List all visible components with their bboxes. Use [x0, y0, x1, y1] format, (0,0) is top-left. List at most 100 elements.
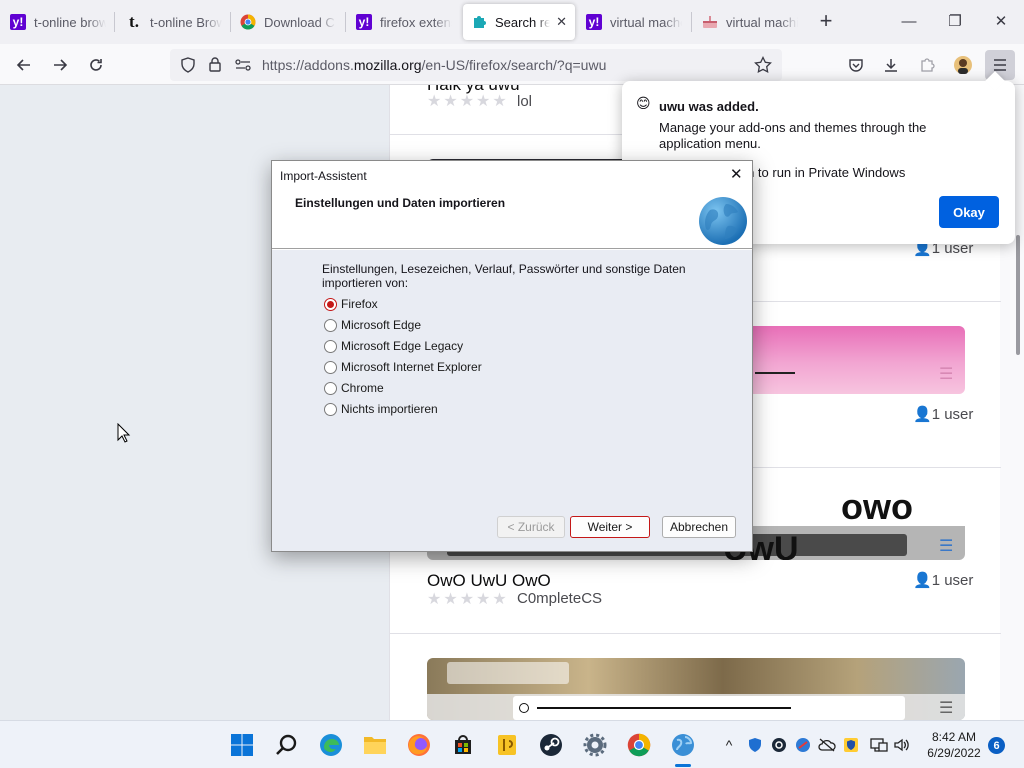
- bookmark-star-icon[interactable]: [754, 55, 772, 79]
- theme-preview-image[interactable]: ☰: [427, 658, 965, 720]
- clock-time: 8:42 AM: [931, 730, 977, 744]
- tab-title: virtual machi: [726, 14, 798, 30]
- windows-taskbar: ^ 8:42 AM 6/29/2022 6: [0, 720, 1024, 768]
- tab-t-online-brow[interactable]: y! t-online brow: [10, 4, 106, 40]
- clock-date: 6/29/2022: [927, 746, 981, 760]
- radio-microsoft-edge-legacy[interactable]: Microsoft Edge Legacy: [324, 337, 463, 355]
- tab-download-chrome[interactable]: Download Ch: [240, 4, 336, 40]
- shield-app-tray-icon[interactable]: [842, 736, 860, 754]
- tab-t-online-browser[interactable]: t. t-online Brow: [126, 4, 222, 40]
- minimize-button[interactable]: —: [886, 8, 932, 36]
- tab-strip: y! t-online brow t. t-online Brow Downlo…: [0, 0, 1024, 44]
- settings-gear-icon[interactable]: [581, 731, 609, 759]
- popup-message: Manage your add-ons and themes through t…: [659, 120, 927, 151]
- globe-icon: [698, 196, 748, 251]
- radio-firefox[interactable]: Firefox: [324, 295, 378, 313]
- new-tab-button[interactable]: +: [812, 8, 840, 36]
- smiling-face-icon: 😊: [636, 95, 651, 111]
- microsoft-store-icon[interactable]: [449, 731, 477, 759]
- cloud-offline-icon[interactable]: [818, 736, 836, 754]
- steam-tray-icon[interactable]: [770, 736, 788, 754]
- result-author[interactable]: C0mpleteCS: [517, 590, 602, 607]
- permissions-icon[interactable]: [234, 57, 252, 78]
- tab-virtual-machine-2[interactable]: virtual machi: [702, 4, 798, 40]
- user-icon: 👤: [913, 406, 932, 423]
- puzzle-favicon: [471, 14, 487, 30]
- cake-favicon: [702, 14, 718, 30]
- close-tab-icon[interactable]: ✕: [556, 14, 567, 30]
- user-count: 👤1 user: [913, 572, 974, 589]
- tab-search-results[interactable]: Search res ✕: [463, 4, 575, 40]
- menu-icon: ☰: [939, 366, 954, 383]
- radio-nothing[interactable]: Nichts importieren: [324, 400, 438, 418]
- dialog-body: Einstellungen, Lesezeichen, Verlauf, Pas…: [272, 250, 752, 551]
- system-clock[interactable]: 8:42 AM 6/29/2022: [924, 729, 984, 761]
- radio-chrome[interactable]: Chrome: [324, 379, 384, 397]
- yahoo-favicon: y!: [586, 14, 602, 30]
- start-button[interactable]: [228, 731, 256, 759]
- back-button[interactable]: [9, 50, 39, 80]
- volume-icon[interactable]: [893, 736, 911, 754]
- firefox-icon[interactable]: [405, 731, 433, 759]
- result-title[interactable]: OwO UwU OwO: [427, 571, 551, 591]
- menu-icon: ☰: [939, 700, 954, 717]
- chrome-favicon: [240, 14, 256, 30]
- rating-stars: ★★★★★: [427, 93, 509, 110]
- close-window-button[interactable]: ✕: [978, 8, 1024, 36]
- tab-title: t-online Brow: [150, 14, 222, 30]
- result-author[interactable]: lol: [517, 93, 532, 110]
- notes-app-icon[interactable]: [493, 731, 521, 759]
- yahoo-favicon: y!: [356, 14, 372, 30]
- rating-stars: ★★★★★: [427, 591, 509, 608]
- security-shield-icon[interactable]: [746, 736, 764, 754]
- edge-icon[interactable]: [317, 731, 345, 759]
- tab-title: virtual mache: [610, 14, 682, 30]
- radio-microsoft-edge[interactable]: Microsoft Edge: [324, 316, 421, 334]
- extensions-puzzle-icon[interactable]: [912, 50, 942, 80]
- steam-icon[interactable]: [537, 731, 565, 759]
- tonline-favicon: t.: [129, 12, 139, 31]
- url-bar[interactable]: https://addons.mozilla.org/en-US/firefox…: [170, 49, 782, 81]
- radio-internet-explorer[interactable]: Microsoft Internet Explorer: [324, 358, 482, 376]
- page-scrollbar[interactable]: [1016, 235, 1020, 355]
- cancel-wizard-button[interactable]: Abbrechen: [662, 516, 736, 538]
- menu-icon: ☰: [939, 538, 954, 555]
- tab-title: t-online brow: [34, 14, 106, 30]
- tab-firefox-extensions[interactable]: y! firefox extens: [356, 4, 452, 40]
- vpn-tray-icon[interactable]: [794, 736, 812, 754]
- pocket-icon[interactable]: [841, 50, 871, 80]
- tab-title: firefox extens: [380, 14, 452, 30]
- preview-owo-text: owo: [841, 492, 913, 527]
- import-prompt: Einstellungen, Lesezeichen, Verlauf, Pas…: [322, 262, 686, 290]
- network-icon[interactable]: [870, 736, 888, 754]
- yahoo-favicon: y!: [10, 14, 26, 30]
- user-count: 👤1 user: [913, 406, 974, 423]
- search-icon[interactable]: [273, 731, 301, 759]
- dialog-window-title: Import-Assistent: [280, 169, 367, 183]
- maximize-button[interactable]: ❐: [932, 8, 978, 36]
- tab-virtual-machine-1[interactable]: y! virtual mache: [586, 4, 682, 40]
- dialog-close-icon[interactable]: ✕: [730, 165, 743, 183]
- notification-badge[interactable]: 6: [988, 737, 1005, 754]
- tab-title: Download Ch: [264, 14, 336, 30]
- navigation-toolbar: https://addons.mozilla.org/en-US/firefox…: [0, 44, 1024, 85]
- next-wizard-button[interactable]: Weiter >: [570, 516, 650, 538]
- okay-button[interactable]: Okay: [939, 196, 999, 228]
- globe-app-icon[interactable]: [669, 731, 697, 759]
- forward-button[interactable]: [45, 50, 75, 80]
- downloads-icon[interactable]: [876, 50, 906, 80]
- reload-button[interactable]: [81, 50, 111, 80]
- popup-title: uwu was added.: [659, 99, 759, 114]
- radio-selected-icon[interactable]: [324, 297, 337, 311]
- chrome-icon[interactable]: [625, 731, 653, 759]
- user-icon: 👤: [913, 572, 932, 589]
- import-wizard-dialog: Import-Assistent ✕ Einstellungen und Dat…: [271, 160, 753, 552]
- account-avatar[interactable]: [948, 50, 978, 80]
- url-text[interactable]: https://addons.mozilla.org/en-US/firefox…: [262, 57, 606, 73]
- active-app-indicator: [675, 764, 691, 767]
- show-hidden-icons-chevron-icon[interactable]: ^: [720, 736, 738, 754]
- back-wizard-button[interactable]: < Zurück: [497, 516, 565, 538]
- tracking-protection-shield-icon[interactable]: [180, 57, 196, 78]
- lock-icon[interactable]: [208, 56, 222, 77]
- file-explorer-icon[interactable]: [361, 731, 389, 759]
